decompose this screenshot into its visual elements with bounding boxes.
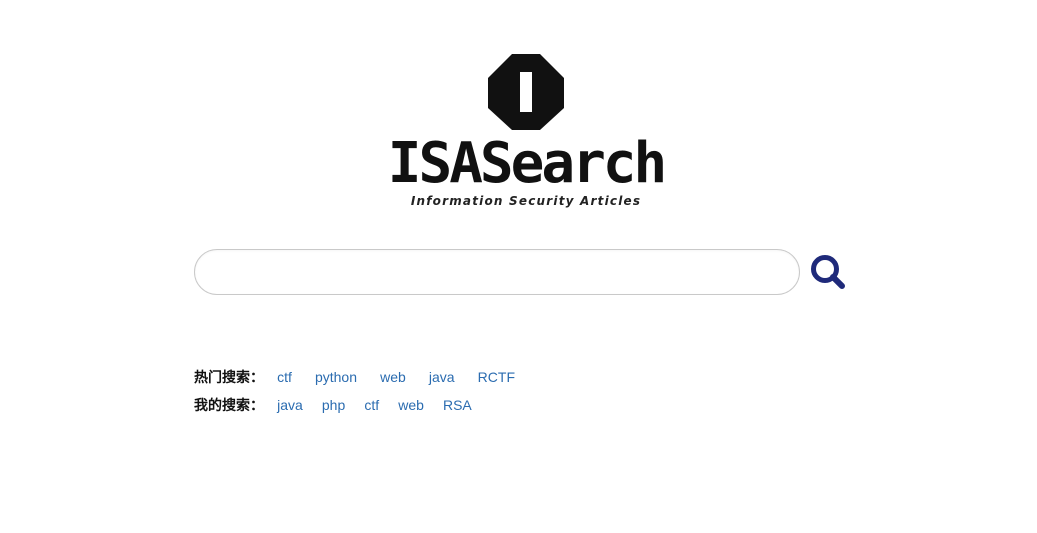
search-bar <box>194 249 854 295</box>
search-suggestions: 热门搜索： ctf python web java RCTF 我的搜索： jav… <box>194 366 533 422</box>
my-searches-label: 我的搜索： <box>194 398 264 414</box>
my-search-link[interactable]: web <box>398 394 424 416</box>
my-search-link[interactable]: ctf <box>364 394 379 416</box>
hot-search-link[interactable]: web <box>380 366 406 388</box>
logo-title: ISASearch <box>387 131 667 196</box>
hot-search-link[interactable]: RCTF <box>478 366 515 388</box>
logo-subtitle: Information Security Articles <box>410 194 642 208</box>
my-searches-row: 我的搜索： java php ctf web RSA <box>194 394 533 422</box>
hot-search-link[interactable]: python <box>315 366 357 388</box>
hot-searches-label: 热门搜索： <box>194 370 264 386</box>
hot-search-link[interactable]: ctf <box>277 366 292 388</box>
my-search-link[interactable]: php <box>322 394 345 416</box>
my-search-link[interactable]: RSA <box>443 394 472 416</box>
search-input[interactable] <box>194 249 800 295</box>
my-search-link[interactable]: java <box>277 394 303 416</box>
site-logo: ISASearch Information Security Articles <box>384 52 668 214</box>
search-icon <box>811 255 845 289</box>
search-button[interactable] <box>808 252 848 292</box>
hot-search-link[interactable]: java <box>429 366 455 388</box>
hot-searches-row: 热门搜索： ctf python web java RCTF <box>194 366 533 394</box>
octagon-emblem-icon <box>488 54 564 130</box>
